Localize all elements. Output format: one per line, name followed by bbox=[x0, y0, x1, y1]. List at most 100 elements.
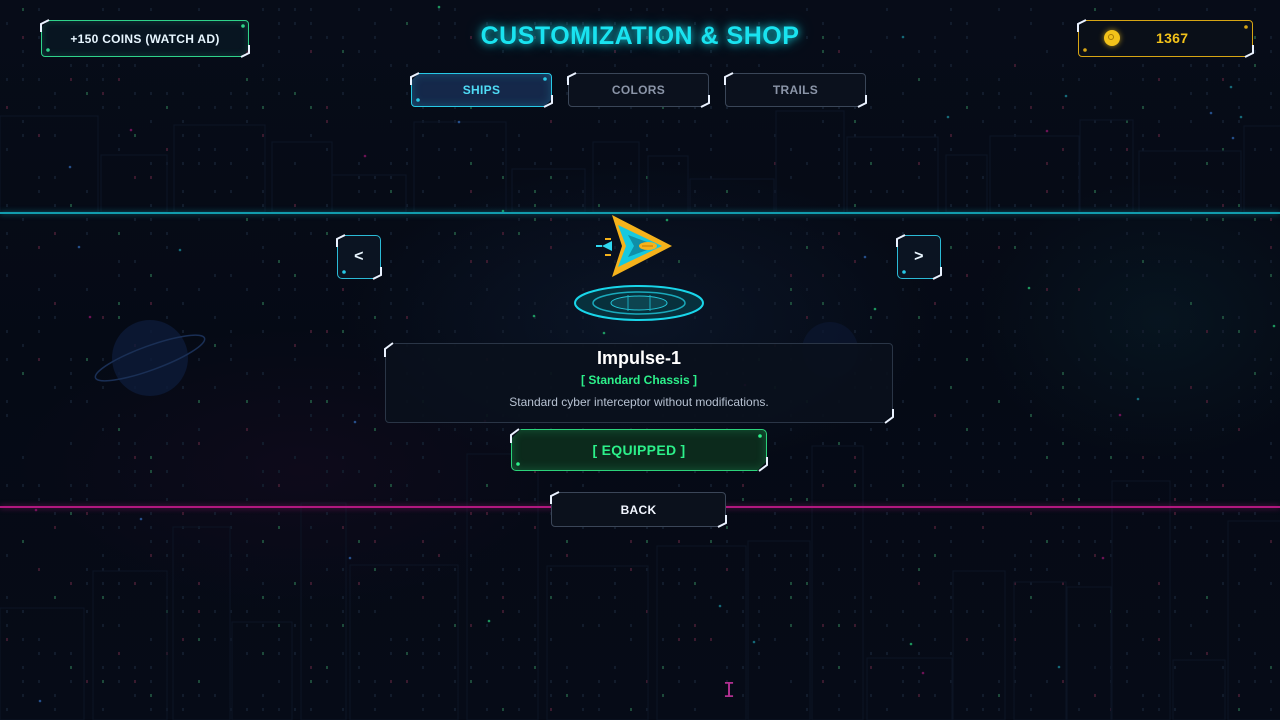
grid-dot bbox=[182, 652, 184, 655]
grid-dot bbox=[774, 260, 776, 263]
grid-dot bbox=[422, 638, 424, 641]
grid-dot bbox=[294, 456, 296, 459]
grid-dot bbox=[86, 484, 88, 487]
grid-dot bbox=[806, 162, 808, 165]
grid-dot bbox=[230, 190, 232, 193]
grid-dot bbox=[998, 232, 1000, 235]
grid-dot bbox=[982, 540, 984, 543]
grid-dot bbox=[390, 470, 392, 473]
grid-dot bbox=[774, 498, 776, 501]
grid-dot bbox=[118, 134, 120, 137]
grid-dot bbox=[374, 456, 376, 459]
grid-dot bbox=[1062, 148, 1064, 151]
grid-dot bbox=[150, 554, 152, 557]
grid-dot bbox=[662, 638, 664, 641]
grid-dot bbox=[1238, 330, 1240, 333]
grid-dot bbox=[22, 120, 24, 123]
grid-dot bbox=[822, 64, 824, 67]
grid-dot bbox=[150, 176, 152, 179]
grid-dot bbox=[774, 330, 776, 333]
grid-dot bbox=[294, 274, 296, 277]
grid-dot bbox=[86, 400, 88, 403]
grid-dot bbox=[486, 246, 488, 249]
grid-dot bbox=[710, 106, 712, 109]
grid-dot bbox=[886, 498, 888, 501]
grid-dot bbox=[342, 624, 344, 627]
grid-dot bbox=[438, 232, 440, 235]
grid-dot bbox=[742, 484, 744, 487]
grid-dot bbox=[374, 190, 376, 193]
grid-dot bbox=[278, 316, 280, 319]
grid-dot bbox=[918, 428, 920, 431]
grid-dot bbox=[358, 190, 360, 193]
grid-dot bbox=[150, 708, 152, 711]
tab-trails[interactable]: TRAILS bbox=[725, 73, 866, 107]
grid-dot bbox=[982, 694, 984, 697]
grid-dot bbox=[518, 638, 520, 641]
grid-dot bbox=[246, 624, 248, 627]
grid-dot bbox=[1238, 316, 1240, 319]
grid-dot bbox=[934, 148, 936, 151]
next-ship-button[interactable]: > bbox=[897, 235, 941, 279]
city-building bbox=[1243, 125, 1280, 213]
grid-dot bbox=[854, 596, 856, 599]
grid-dot bbox=[166, 498, 168, 501]
grid-dot bbox=[326, 484, 328, 487]
equipped-button[interactable]: [ EQUIPPED ] bbox=[511, 429, 767, 471]
grid-dot bbox=[1238, 638, 1240, 641]
grid-dot bbox=[294, 92, 296, 95]
grid-dot bbox=[534, 666, 536, 669]
grid-dot bbox=[342, 456, 344, 459]
grid-dot bbox=[790, 484, 792, 487]
grid-dot bbox=[1062, 372, 1064, 375]
grid-dot bbox=[1222, 554, 1224, 557]
grid-dot bbox=[582, 694, 584, 697]
city-building bbox=[1111, 480, 1171, 720]
grid-dot bbox=[1094, 554, 1096, 557]
grid-dot bbox=[1142, 386, 1144, 389]
grid-dot bbox=[470, 274, 472, 277]
tab-ships[interactable]: SHIPS bbox=[411, 73, 552, 107]
grid-dot bbox=[278, 680, 280, 683]
back-button[interactable]: BACK bbox=[551, 492, 726, 527]
grid-dot bbox=[326, 512, 328, 515]
grid-dot bbox=[182, 610, 184, 613]
grid-dot bbox=[406, 246, 408, 249]
grid-dot bbox=[70, 484, 72, 487]
grid-dot bbox=[902, 232, 904, 235]
grid-dot bbox=[6, 414, 8, 417]
grid-dot bbox=[1094, 260, 1096, 263]
grid-dot bbox=[678, 148, 680, 151]
grid-dot bbox=[22, 134, 24, 137]
grid-dot bbox=[422, 652, 424, 655]
grid-dot bbox=[998, 204, 1000, 207]
grid-dot bbox=[1254, 78, 1256, 81]
sparkle bbox=[909, 642, 913, 646]
grid-dot bbox=[134, 260, 136, 263]
grid-dot bbox=[822, 638, 824, 641]
grid-dot bbox=[422, 134, 424, 137]
sparkle bbox=[68, 165, 72, 169]
grid-dot bbox=[1062, 78, 1064, 81]
grid-dot bbox=[726, 526, 728, 529]
grid-dot bbox=[1254, 680, 1256, 683]
prev-ship-button[interactable]: < bbox=[337, 235, 381, 279]
grid-dot bbox=[262, 134, 264, 137]
grid-dot bbox=[1206, 554, 1208, 557]
grid-dot bbox=[470, 498, 472, 501]
grid-dot bbox=[278, 8, 280, 11]
grid-dot bbox=[246, 498, 248, 501]
tab-colors[interactable]: COLORS bbox=[568, 73, 709, 107]
grid-dot bbox=[566, 78, 568, 81]
grid-dot bbox=[390, 176, 392, 179]
grid-dot bbox=[246, 554, 248, 557]
grid-dot bbox=[1046, 302, 1048, 305]
grid-dot bbox=[310, 386, 312, 389]
grid-dot bbox=[1174, 190, 1176, 193]
grid-dot bbox=[790, 246, 792, 249]
grid-dot bbox=[1062, 428, 1064, 431]
grid-dot bbox=[1126, 456, 1128, 459]
grid-dot bbox=[918, 666, 920, 669]
grid-dot bbox=[614, 666, 616, 669]
grid-dot bbox=[374, 386, 376, 389]
